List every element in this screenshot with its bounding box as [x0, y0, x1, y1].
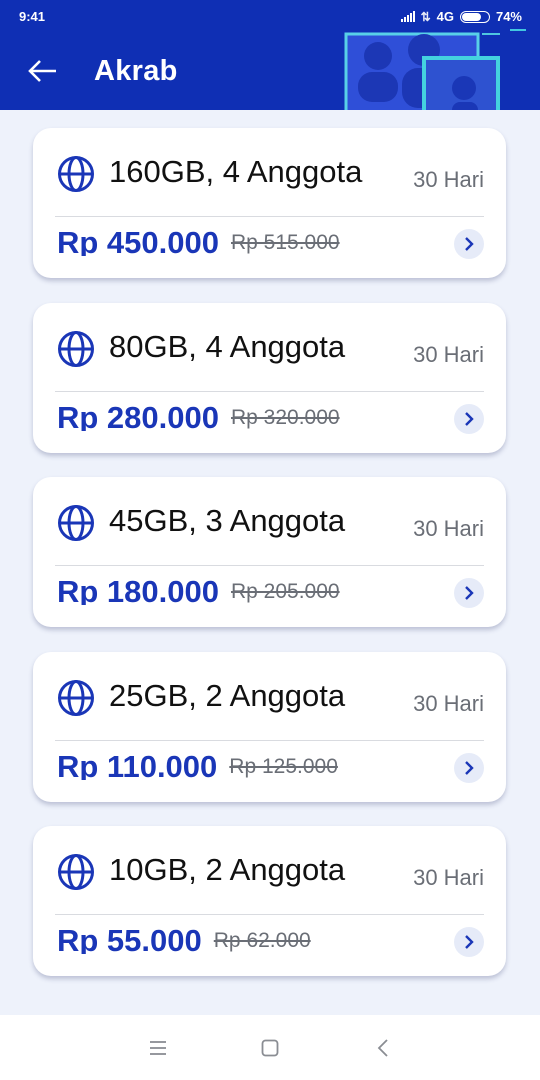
chevron-right-icon[interactable] — [454, 229, 484, 259]
chevron-right-icon[interactable] — [454, 404, 484, 434]
divider — [55, 565, 484, 566]
offer-name: 25GB, 2 Anggota — [109, 678, 346, 713]
page-title: Akrab — [94, 55, 178, 87]
system-nav-bar — [0, 1015, 540, 1080]
offer-name: 45GB, 3 Anggota — [109, 503, 346, 538]
chevron-right-icon[interactable] — [454, 578, 484, 608]
offer-duration: 30 Hari — [413, 342, 484, 367]
offer-price: Rp 280.000 — [57, 400, 219, 431]
arrow-left-icon[interactable] — [26, 54, 60, 88]
globe-icon — [58, 680, 94, 716]
signal-icon — [400, 11, 415, 22]
divider — [55, 216, 484, 217]
offer-duration: 30 Hari — [413, 691, 484, 716]
offer-name: 80GB, 4 Anggota — [109, 329, 346, 364]
price-row: Rp 110.000 Rp 125.000 — [57, 749, 338, 780]
offer-old-price: Rp 515.000 — [231, 231, 340, 254]
home-square-icon[interactable] — [255, 1033, 285, 1063]
status-time: 9:41 — [19, 9, 46, 24]
offer-name: 10GB, 2 Anggota — [109, 852, 346, 887]
chevron-right-icon[interactable] — [454, 753, 484, 783]
offer-old-price: Rp 62.000 — [213, 929, 311, 952]
offer-card[interactable]: 25GB, 2 Anggota 30 Hari Rp 110.000 Rp 12… — [33, 652, 506, 802]
globe-icon — [58, 854, 94, 890]
price-row: Rp 55.000 Rp 62.000 — [57, 923, 311, 954]
offer-list: 160GB, 4 Anggota 30 Hari Rp 450.000 Rp 5… — [0, 110, 540, 1015]
offer-card[interactable]: 45GB, 3 Anggota 30 Hari Rp 180.000 Rp 20… — [33, 477, 506, 627]
globe-icon — [58, 505, 94, 541]
globe-icon — [58, 156, 94, 192]
offer-card[interactable]: 80GB, 4 Anggota 30 Hari Rp 280.000 Rp 32… — [33, 303, 506, 453]
offer-old-price: Rp 205.000 — [231, 580, 340, 603]
menu-icon[interactable] — [143, 1033, 173, 1063]
offer-price: Rp 110.000 — [57, 749, 218, 780]
offer-card[interactable]: 160GB, 4 Anggota 30 Hari Rp 450.000 Rp 5… — [33, 128, 506, 278]
price-row: Rp 180.000 Rp 205.000 — [57, 574, 340, 605]
offer-price: Rp 55.000 — [57, 923, 202, 954]
offer-duration: 30 Hari — [413, 865, 484, 890]
offer-old-price: Rp 320.000 — [231, 406, 340, 429]
network-type: 4G — [436, 9, 454, 24]
battery-percentage: 74% — [495, 9, 522, 24]
battery-icon — [459, 10, 490, 23]
offer-old-price: Rp 125.000 — [229, 755, 338, 778]
app-header: 9:41 ⇅ 4G 74% Akrab — [0, 0, 540, 110]
price-row: Rp 280.000 Rp 320.000 — [57, 400, 340, 431]
divider — [55, 740, 484, 741]
status-indicators: ⇅ 4G 74% — [400, 9, 522, 24]
offer-duration: 30 Hari — [413, 167, 484, 192]
offer-card[interactable]: 10GB, 2 Anggota 30 Hari Rp 55.000 Rp 62.… — [33, 826, 506, 976]
back-chevron-icon[interactable] — [368, 1033, 398, 1063]
group-illustration-icon — [344, 29, 526, 110]
divider — [55, 914, 484, 915]
offer-price: Rp 450.000 — [57, 225, 219, 256]
data-transfer-icon: ⇅ — [420, 9, 431, 24]
offer-name: 160GB, 4 Anggota — [109, 154, 363, 189]
offer-price: Rp 180.000 — [57, 574, 219, 605]
status-bar: 9:41 ⇅ 4G 74% — [0, 0, 540, 32]
chevron-right-icon[interactable] — [454, 927, 484, 957]
offer-duration: 30 Hari — [413, 516, 484, 541]
price-row: Rp 450.000 Rp 515.000 — [57, 225, 340, 256]
divider — [55, 391, 484, 392]
globe-icon — [58, 331, 94, 367]
